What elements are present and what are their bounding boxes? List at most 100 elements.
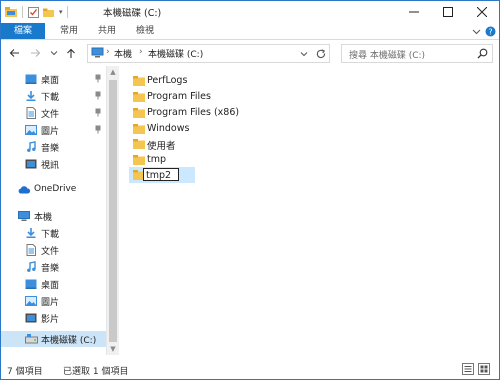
back-button[interactable]: [7, 45, 21, 61]
expand-ribbon-button[interactable]: [470, 25, 482, 37]
drive-icon: [25, 334, 38, 344]
explorer-window: ▾ 本機磁碟 (C:) 檔案 常用 共用 檢視 ? › 本機 › 本機磁碟 (C…: [0, 0, 500, 380]
cloud-icon: [18, 186, 31, 194]
sidebar-item-label: 網路: [34, 353, 52, 355]
sidebar-item-label: 影片: [41, 315, 60, 325]
breadcrumb-drive-c[interactable]: 本機磁碟 (C:): [148, 47, 203, 60]
tab-home[interactable]: 常用: [51, 23, 87, 39]
sidebar-item-label: 音樂: [41, 144, 60, 154]
maximize-button[interactable]: [431, 1, 465, 23]
sidebar-item-desktop[interactable]: 桌面: [1, 71, 106, 87]
file-name: Program Files (x86): [147, 107, 240, 118]
chevron-down-icon: [300, 51, 308, 56]
folder-icon: [133, 76, 145, 86]
pin-icon: [95, 125, 101, 134]
selection-count: 已選取 1 個項目: [63, 367, 129, 377]
title-bar: ▾ 本機磁碟 (C:): [1, 1, 499, 23]
file-name: Windows: [147, 123, 190, 134]
details-view-button[interactable]: [462, 363, 474, 375]
search-icon: [477, 48, 488, 59]
sidebar-item-drive-c[interactable]: 本機磁碟 (C:): [1, 331, 106, 347]
folder-icon: [133, 124, 145, 134]
sidebar-item-label: 文件: [41, 110, 60, 120]
minimize-button[interactable]: [397, 1, 431, 23]
refresh-icon: [316, 48, 326, 58]
refresh-button[interactable]: [313, 45, 329, 62]
music-icon: [27, 141, 36, 152]
sidebar-item-videos[interactable]: 視訊: [1, 156, 106, 172]
sidebar-item-documents[interactable]: 文件: [1, 105, 106, 121]
sidebar-item-music[interactable]: 音樂: [1, 259, 106, 275]
chevron-down-icon: [472, 29, 480, 34]
new-folder-icon[interactable]: [42, 6, 55, 19]
computer-icon: [91, 47, 104, 58]
picture-icon: [25, 125, 37, 135]
sidebar-item-label: 桌面: [41, 76, 60, 86]
sidebar-item-videos[interactable]: 影片: [1, 310, 106, 326]
file-name: PerfLogs: [147, 75, 188, 86]
chevron-down-icon: [50, 51, 58, 56]
sidebar-item-downloads[interactable]: 下載: [1, 225, 106, 241]
tab-file[interactable]: 檔案: [1, 23, 45, 39]
sidebar-item-pictures[interactable]: 圖片: [1, 293, 106, 309]
folder-icon: [133, 139, 145, 149]
forward-button[interactable]: [28, 45, 42, 61]
sidebar-item-label: OneDrive: [34, 184, 77, 194]
arrow-left-icon: [9, 49, 19, 57]
quick-access-toolbar: ▾: [4, 4, 70, 20]
folder-icon: [133, 92, 145, 102]
pin-icon: [95, 108, 101, 117]
sidebar-item-downloads[interactable]: 下載: [1, 88, 106, 104]
sidebar-item-onedrive[interactable]: OneDrive: [1, 182, 106, 198]
rename-input[interactable]: tmp2: [143, 168, 179, 181]
sidebar-item-label: 桌面: [41, 281, 60, 291]
help-button[interactable]: ?: [484, 25, 496, 37]
customize-qat-icon[interactable]: ▾: [59, 8, 63, 16]
properties-icon[interactable]: [27, 6, 40, 19]
document-icon: [26, 244, 36, 256]
minimize-icon: [409, 11, 419, 13]
file-name: 使用者: [147, 141, 176, 152]
navigation-pane-scrollbar[interactable]: ▲ ▼: [106, 66, 119, 355]
sidebar-item-label: 本機: [34, 213, 53, 223]
video-icon: [25, 313, 37, 323]
scroll-down-icon[interactable]: ▼: [109, 345, 117, 353]
navigation-bar: › 本機 › 本機磁碟 (C:) 搜尋 本機磁碟 (C:): [1, 40, 499, 66]
sidebar-item-label: 下載: [41, 230, 60, 240]
ribbon-tabs: 檔案 常用 共用 檢視 ?: [1, 23, 499, 40]
sidebar-item-network[interactable]: 網路: [1, 353, 106, 355]
sidebar-item-label: 文件: [41, 247, 60, 257]
sidebar-item-this-pc[interactable]: 本機: [1, 208, 106, 224]
desktop-icon: [25, 279, 37, 289]
close-button[interactable]: [465, 1, 499, 23]
search-placeholder: 搜尋 本機磁碟 (C:): [349, 51, 426, 61]
recent-locations-button[interactable]: [47, 45, 61, 61]
large-icons-view-icon: [478, 363, 490, 375]
sidebar-item-music[interactable]: 音樂: [1, 139, 106, 155]
scroll-up-icon[interactable]: ▲: [109, 68, 117, 76]
large-icons-view-button[interactable]: [478, 363, 490, 375]
sidebar-item-documents[interactable]: 文件: [1, 242, 106, 258]
sidebar-item-desktop[interactable]: 桌面: [1, 276, 106, 292]
sidebar-item-label: 圖片: [41, 127, 60, 137]
computer-icon: [18, 211, 30, 221]
toolbar-separator: [22, 6, 23, 18]
sidebar-item-pictures[interactable]: 圖片: [1, 122, 106, 138]
app-icon[interactable]: [4, 5, 18, 19]
file-name: tmp: [147, 154, 167, 165]
toolbar-separator: [66, 6, 68, 18]
address-dropdown-button[interactable]: [297, 45, 311, 62]
tab-share[interactable]: 共用: [89, 23, 125, 39]
window-title: 本機磁碟 (C:): [103, 8, 162, 19]
breadcrumb-this-pc[interactable]: 本機: [114, 47, 132, 60]
scrollbar-thumb[interactable]: [109, 80, 117, 342]
search-box[interactable]: 搜尋 本機磁碟 (C:): [341, 44, 493, 63]
document-icon: [26, 107, 36, 119]
tab-view[interactable]: 檢視: [127, 23, 163, 39]
close-icon: [477, 7, 487, 17]
sidebar-item-label: 下載: [41, 93, 60, 103]
music-icon: [27, 261, 36, 272]
navigation-pane: 桌面 下載 文件 圖片 音樂 視訊 OneDrive 本機 下載 文件 音樂 桌…: [1, 66, 106, 355]
address-bar[interactable]: › 本機 › 本機磁碟 (C:): [87, 44, 330, 63]
up-button[interactable]: [64, 45, 78, 61]
